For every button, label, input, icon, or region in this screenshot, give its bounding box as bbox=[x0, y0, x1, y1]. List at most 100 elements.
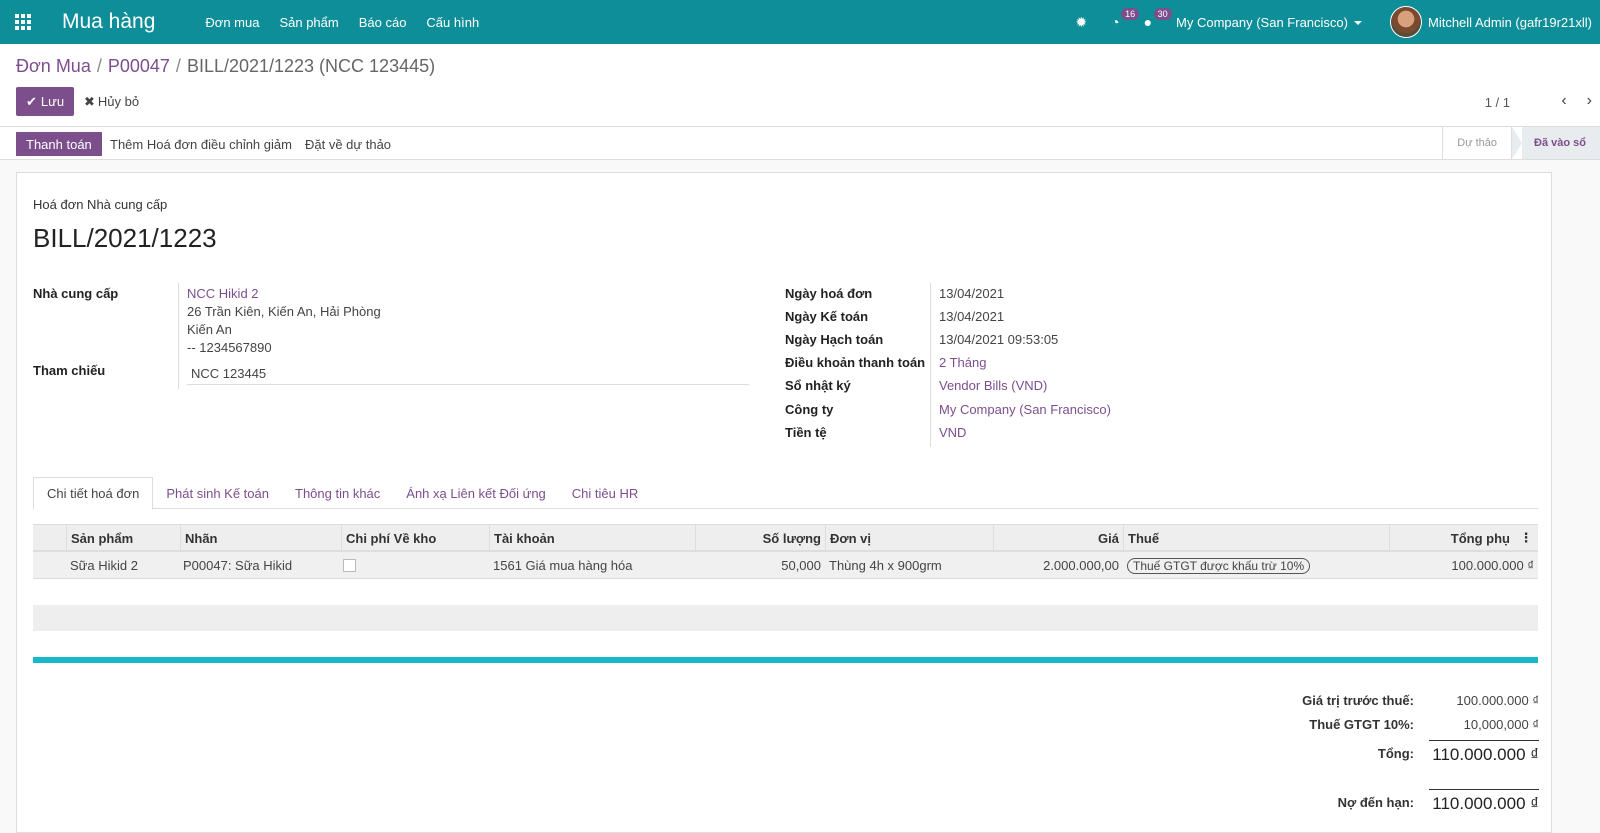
reference-label: Tham chiếu bbox=[33, 363, 106, 378]
menu-item-config[interactable]: Cấu hình bbox=[426, 15, 479, 30]
untaxed-amount-label: Giá trị trước thuế: bbox=[1302, 693, 1414, 708]
activity-badge: 16 bbox=[1121, 8, 1140, 20]
col-landed-cost[interactable]: Chi phí Về kho bbox=[341, 525, 489, 551]
notebook-tabs: Chi tiết hoá đơn Phát sinh Kế toán Thông… bbox=[33, 477, 1538, 510]
col-taxes[interactable]: Thuế bbox=[1123, 525, 1389, 551]
column-options-icon[interactable]: ⋮ bbox=[1514, 525, 1538, 551]
tax-tag: Thuế GTGT được khấu trừ 10% bbox=[1127, 557, 1311, 574]
journal-label: Sổ nhật ký bbox=[785, 378, 851, 393]
cell-quantity: 50,000 bbox=[781, 558, 821, 573]
tab-counterpart-mapping[interactable]: Ánh xạ Liên kết Đối ứng bbox=[393, 477, 559, 509]
table-footer-row bbox=[33, 605, 1538, 631]
vendor-phone: -- 1234567890 bbox=[187, 340, 272, 355]
vendor-label: Nhà cung cấp bbox=[33, 286, 119, 301]
amount-due-label: Nợ đến hạn: bbox=[1337, 795, 1414, 810]
currency-link[interactable]: VND bbox=[939, 425, 966, 440]
menu-item-orders[interactable]: Đơn mua bbox=[205, 15, 259, 30]
total-value: 110.000.000 ₫ bbox=[1429, 740, 1539, 765]
register-payment-button[interactable]: Thanh toán bbox=[16, 132, 102, 156]
totals-separator bbox=[33, 657, 1538, 663]
main-menu: Đơn mua Sản phẩm Báo cáo Cấu hình bbox=[205, 15, 479, 30]
col-label[interactable]: Nhãn bbox=[180, 525, 341, 551]
cell-landed-cost bbox=[339, 552, 487, 579]
col-subtotal[interactable]: Tổng phụ bbox=[1389, 525, 1514, 551]
col-account[interactable]: Tài khoản bbox=[489, 525, 695, 551]
vendor-city: Kiến An bbox=[187, 322, 232, 337]
total-label: Tổng: bbox=[1377, 746, 1414, 761]
user-menu[interactable]: Mitchell Admin (gafr19r21xll) bbox=[1428, 15, 1592, 30]
discard-label: Hủy bỏ bbox=[97, 94, 140, 109]
cell-label: P00047: Sữa Hikid bbox=[183, 558, 293, 573]
breadcrumb-order[interactable]: P00047 bbox=[108, 56, 170, 76]
reference-field[interactable]: NCC 123445 bbox=[191, 366, 266, 381]
posting-date-label: Ngày Hạch toán bbox=[785, 332, 884, 347]
journal-link[interactable]: Vendor Bills (VND) bbox=[939, 378, 1047, 393]
apps-menu-icon[interactable] bbox=[0, 0, 46, 44]
document-kind: Hoá đơn Nhà cung cấp bbox=[33, 197, 168, 212]
pager-arrows: ‹ › bbox=[1561, 92, 1592, 110]
landed-cost-checkbox[interactable] bbox=[343, 559, 356, 572]
stage-posted[interactable]: Đã vào sổ bbox=[1511, 127, 1600, 159]
breadcrumb-current: BILL/2021/1223 (NCC 123445) bbox=[186, 56, 436, 76]
tax-amount-label: Thuế GTGT 10%: bbox=[1309, 717, 1414, 732]
col-product[interactable]: Sản phẩm bbox=[66, 525, 180, 551]
tab-invoice-lines[interactable]: Chi tiết hoá đơn bbox=[33, 477, 154, 510]
status-bar: Thanh toán Thêm Hoá đơn điều chỉnh giảm … bbox=[0, 126, 1600, 160]
invoice-date-label: Ngày hoá đơn bbox=[785, 286, 873, 301]
reference-underline bbox=[187, 384, 749, 385]
cell-price: 2.000.000,00 bbox=[1043, 558, 1119, 573]
messages-badge: 30 bbox=[1153, 8, 1172, 20]
col-price[interactable]: Giá bbox=[993, 525, 1123, 551]
company-name: My Company (San Francisco) bbox=[1176, 14, 1348, 30]
navbar-right: ✹ ◔ 16 ● 30 My Company (San Francisco) Mit… bbox=[1075, 0, 1600, 44]
company-switcher[interactable]: My Company (San Francisco) bbox=[1176, 15, 1362, 30]
invoice-date-value: 13/04/2021 bbox=[939, 286, 1005, 301]
chevron-left-icon[interactable]: ‹ bbox=[1561, 92, 1566, 110]
menu-item-reports[interactable]: Báo cáo bbox=[359, 15, 407, 30]
untaxed-amount-value: 100.000.000 ₫ bbox=[1456, 693, 1539, 708]
col-quantity[interactable]: Số lượng bbox=[695, 525, 825, 551]
activity-clock-icon[interactable]: ◔ 16 bbox=[1111, 8, 1140, 30]
tab-other-info[interactable]: Thông tin khác bbox=[282, 477, 393, 509]
col-uom[interactable]: Đơn vị bbox=[825, 525, 993, 551]
page-title: BILL/2021/1223 bbox=[33, 223, 217, 253]
close-icon: ✖ bbox=[84, 93, 95, 109]
caret-down-icon bbox=[1353, 21, 1362, 26]
vendor-name-link[interactable]: NCC Hikid 2 bbox=[187, 286, 259, 301]
app-name[interactable]: Mua hàng bbox=[62, 10, 155, 34]
chevron-right-icon[interactable]: › bbox=[1587, 92, 1592, 110]
bug-icon[interactable]: ✹ bbox=[1075, 14, 1087, 31]
reset-to-draft-button[interactable]: Đặt về dự thảo bbox=[305, 132, 391, 156]
pager-value[interactable]: 1 / 1 bbox=[1485, 95, 1510, 110]
company-link[interactable]: My Company (San Francisco) bbox=[939, 402, 1111, 417]
invoice-lines-table: Sản phẩm Nhãn Chi phí Về kho Tài khoản S… bbox=[33, 524, 1538, 579]
top-navbar: Mua hàng Đơn mua Sản phẩm Báo cáo Cấu hì… bbox=[0, 0, 1600, 44]
cell-uom: Thùng 4h x 900grm bbox=[829, 558, 942, 573]
cell-subtotal: 100.000.000 ₫ bbox=[1451, 558, 1534, 573]
company-label: Công ty bbox=[785, 402, 834, 417]
accounting-date-label: Ngày Kế toán bbox=[785, 309, 869, 324]
stage-draft[interactable]: Dự thảo bbox=[1442, 127, 1511, 159]
breadcrumb-purchase-orders[interactable]: Đơn Mua bbox=[16, 56, 91, 76]
divider bbox=[178, 283, 179, 389]
add-credit-note-button[interactable]: Thêm Hoá đơn điều chỉnh giảm bbox=[110, 132, 292, 156]
accounting-date-value: 13/04/2021 bbox=[939, 309, 1005, 324]
tab-hr-expenses[interactable]: Chi tiêu HR bbox=[559, 477, 651, 509]
cell-taxes: Thuế GTGT được khấu trừ 10% bbox=[1123, 552, 1389, 579]
posting-date-value: 13/04/2021 09:53:05 bbox=[939, 332, 1059, 347]
table-row[interactable]: Sữa Hikid 2 P00047: Sữa Hikid 1561 Giá m… bbox=[33, 552, 1538, 579]
messages-icon[interactable]: ● 30 bbox=[1144, 8, 1172, 30]
stage-indicator: Dự thảo Đã vào sổ bbox=[1442, 127, 1600, 159]
payment-terms-label: Điều khoản thanh toán bbox=[785, 355, 926, 370]
tab-journal-items[interactable]: Phát sinh Kế toán bbox=[153, 477, 282, 509]
save-button[interactable]: ✔ Lưu bbox=[16, 87, 75, 116]
amount-due-value: 110.000.000 ₫ bbox=[1429, 789, 1539, 814]
menu-item-products[interactable]: Sản phẩm bbox=[279, 15, 338, 30]
cell-account: 1561 Giá mua hàng hóa bbox=[493, 558, 633, 573]
form-sheet: Hoá đơn Nhà cung cấp BILL/2021/1223 Nhà … bbox=[16, 172, 1552, 833]
currency-label: Tiền tệ bbox=[785, 425, 827, 440]
payment-terms-link[interactable]: 2 Tháng bbox=[939, 355, 986, 370]
avatar[interactable] bbox=[1389, 6, 1422, 38]
divider bbox=[930, 283, 931, 447]
discard-button[interactable]: ✖ Hủy bỏ bbox=[84, 87, 139, 116]
